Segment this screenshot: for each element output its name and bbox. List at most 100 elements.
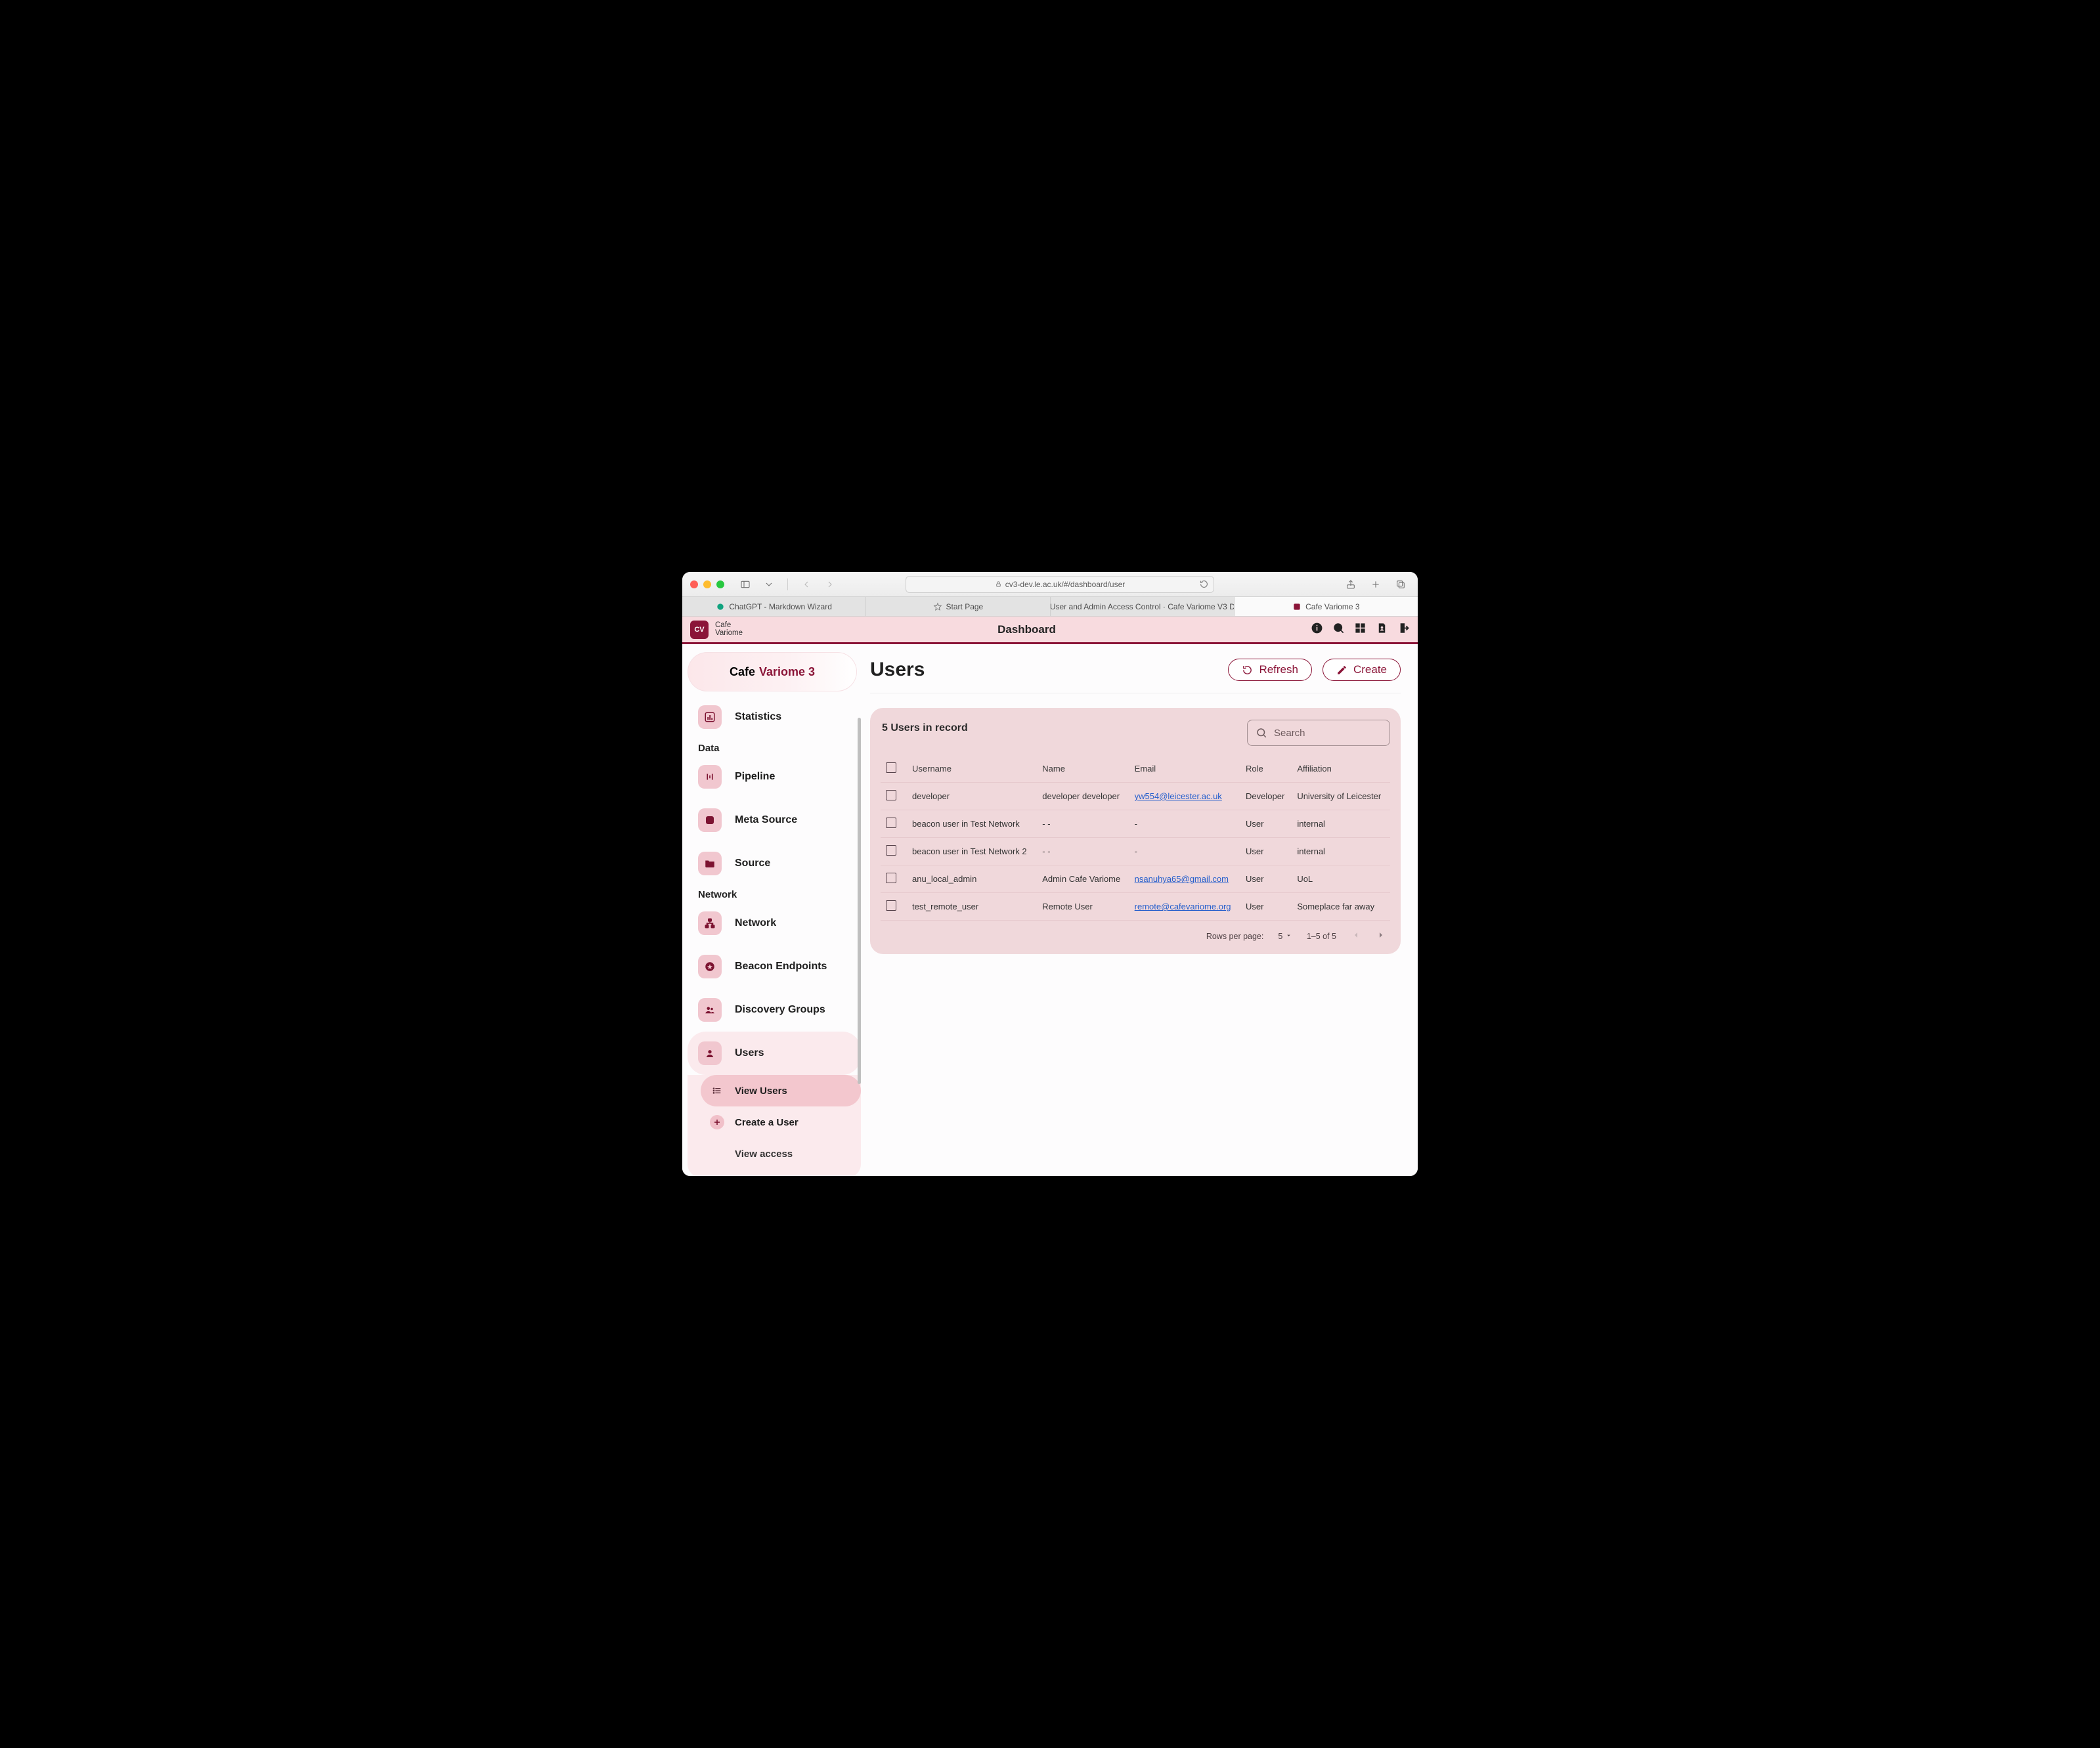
forward-button[interactable] (821, 577, 839, 592)
email-link[interactable]: remote@cafevariome.org (1135, 902, 1231, 911)
cell-username: beacon user in Test Network (907, 810, 1037, 838)
cell-email: - (1129, 838, 1240, 865)
sidebar-brand-chip: Cafe Variome 3 (688, 652, 857, 691)
search-input[interactable]: Search (1247, 720, 1390, 746)
create-button[interactable]: Create (1323, 659, 1401, 681)
sidebar-item-pipeline[interactable]: Pipeline (688, 755, 861, 798)
sidebar-item-users[interactable]: Users (688, 1032, 861, 1075)
network-icon (698, 911, 722, 935)
browser-tabs: ChatGPT - Markdown Wizard Start Page Use… (682, 597, 1418, 617)
plus-icon (710, 1115, 724, 1129)
zoom-window-button[interactable] (716, 580, 724, 588)
cell-name: Remote User (1037, 893, 1129, 921)
cell-affiliation: internal (1292, 838, 1390, 865)
users-card: 5 Users in record Search Username Name E… (870, 708, 1401, 954)
cell-role: User (1240, 893, 1292, 921)
cell-username: beacon user in Test Network 2 (907, 838, 1037, 865)
browser-tab[interactable]: ChatGPT - Markdown Wizard (682, 597, 866, 616)
email-link[interactable]: nsanuhya65@gmail.com (1135, 874, 1229, 884)
titlebar: cv3-dev.le.ac.uk/#/dashboard/user (682, 572, 1418, 597)
row-checkbox[interactable] (886, 873, 896, 883)
browser-tab[interactable]: Cafe Variome 3 (1235, 597, 1418, 616)
row-checkbox[interactable] (886, 790, 896, 800)
cell-username: anu_local_admin (907, 865, 1037, 893)
reload-icon[interactable] (1200, 580, 1208, 588)
window-controls (690, 580, 724, 588)
search-placeholder: Search (1274, 728, 1305, 739)
minimize-window-button[interactable] (703, 580, 711, 588)
sidebar-subitem-view-access[interactable]: View access (701, 1138, 861, 1169)
sidebar-item-statistics[interactable]: Statistics (688, 695, 861, 739)
browser-tab[interactable]: User and Admin Access Control · Cafe Var… (1051, 597, 1235, 616)
sidebar-item-meta-source[interactable]: Meta Source (688, 798, 861, 842)
sidebar-subitem-create-user[interactable]: Create a User (701, 1106, 861, 1138)
back-button[interactable] (797, 577, 816, 592)
sidebar-toggle-icon[interactable] (736, 577, 755, 592)
app-favicon-icon (1292, 602, 1302, 611)
user-icon (698, 1041, 722, 1065)
page-title: Users (870, 659, 925, 681)
cell-role: User (1240, 810, 1292, 838)
sidebar-item-label: Source (735, 858, 770, 869)
cell-affiliation: Someplace far away (1292, 893, 1390, 921)
new-tab-icon[interactable] (1367, 577, 1385, 592)
col-affiliation: Affiliation (1292, 755, 1390, 783)
sidebar-item-network[interactable]: Network (688, 902, 861, 945)
search-icon (1256, 727, 1267, 739)
sidebar-item-beacon[interactable]: Beacon Endpoints (688, 945, 861, 988)
row-checkbox[interactable] (886, 845, 896, 856)
page-range: 1–5 of 5 (1307, 932, 1336, 941)
cell-name: - - (1037, 810, 1129, 838)
sidebar-item-label: Users (735, 1047, 764, 1059)
close-window-button[interactable] (690, 580, 698, 588)
sidebar-subitem-view-users[interactable]: View Users (701, 1075, 861, 1106)
info-icon[interactable] (1311, 622, 1323, 638)
table-header-row: Username Name Email Role Affiliation (881, 755, 1390, 783)
app-header: CV Cafe Variome Dashboard (682, 617, 1418, 644)
sidebar-subitem-label: Create a User (735, 1117, 798, 1128)
sidebar-item-discovery-groups[interactable]: Discovery Groups (688, 988, 861, 1032)
table-row[interactable]: beacon user in Test Network 2- --Userint… (881, 838, 1390, 865)
tab-group-chevron-icon[interactable] (760, 577, 778, 592)
sidebar-item-label: Discovery Groups (735, 1004, 825, 1016)
sidebar: Cafe Variome 3 Statistics Data Pipeline … (682, 644, 861, 1176)
cell-affiliation: UoL (1292, 865, 1390, 893)
chart-icon (698, 705, 722, 729)
prev-page-button[interactable] (1351, 930, 1361, 942)
refresh-button[interactable]: Refresh (1228, 659, 1312, 681)
logout-icon[interactable] (1397, 622, 1410, 638)
select-all-checkbox[interactable] (886, 762, 896, 773)
search-icon[interactable] (1332, 622, 1345, 638)
sidebar-item-label: Network (735, 917, 776, 929)
cell-affiliation: University of Leicester (1292, 783, 1390, 810)
star-circle-icon (698, 955, 722, 978)
grid-icon[interactable] (1354, 622, 1367, 638)
groups-icon (698, 998, 722, 1022)
browser-window: cv3-dev.le.ac.uk/#/dashboard/user ChatGP… (682, 572, 1418, 1176)
cell-username: test_remote_user (907, 893, 1037, 921)
table-row[interactable]: anu_local_adminAdmin Cafe Variome nsanuhy… (881, 865, 1390, 893)
cell-email: nsanuhya65@gmail.com (1129, 865, 1240, 893)
table-row[interactable]: beacon user in Test Network- --Userinter… (881, 810, 1390, 838)
url-bar[interactable]: cv3-dev.le.ac.uk/#/dashboard/user (906, 576, 1214, 593)
table-pager: Rows per page: 5 1–5 of 5 (881, 921, 1390, 948)
rows-per-page-select[interactable]: 5 (1278, 932, 1292, 941)
sidebar-item-source[interactable]: Source (688, 842, 861, 885)
cell-email: remote@cafevariome.org (1129, 893, 1240, 921)
table-row[interactable]: test_remote_userRemote User remote@cafeva… (881, 893, 1390, 921)
cell-name: Admin Cafe Variome (1037, 865, 1129, 893)
profile-icon[interactable] (1376, 622, 1388, 638)
sidebar-subitem-label: View access (735, 1148, 793, 1160)
records-count: 5 Users in record (881, 720, 968, 734)
browser-tab[interactable]: Start Page (866, 597, 1050, 616)
row-checkbox[interactable] (886, 900, 896, 911)
share-icon[interactable] (1342, 577, 1360, 592)
cell-email: yw554@leicester.ac.uk (1129, 783, 1240, 810)
folder-icon (698, 852, 722, 875)
row-checkbox[interactable] (886, 818, 896, 828)
next-page-button[interactable] (1376, 930, 1386, 942)
email-link[interactable]: yw554@leicester.ac.uk (1135, 791, 1222, 801)
access-icon (710, 1147, 724, 1161)
tab-overview-icon[interactable] (1391, 577, 1410, 592)
table-row[interactable]: developerdeveloper developeryw554@leices… (881, 783, 1390, 810)
